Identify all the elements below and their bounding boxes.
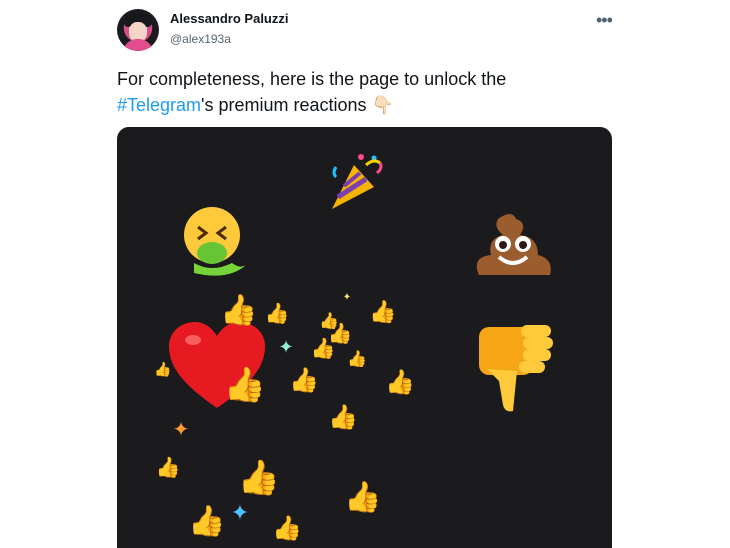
- sparkles-icon: ✦: [230, 501, 250, 526]
- thumbs-up-icon: 👍: [289, 366, 319, 394]
- more-horizontal-icon[interactable]: •••: [596, 10, 613, 31]
- sparkles-icon: ✦: [342, 292, 352, 303]
- thumbs-up-icon: 👍: [310, 336, 336, 360]
- tweet-text: For completeness, here is the page to un…: [117, 66, 587, 118]
- nauseated-face-icon: [176, 205, 254, 283]
- thumbs-up-icon: 👍: [328, 403, 358, 431]
- thumbs-up-icon: 👍: [223, 365, 267, 405]
- avatar-shirt: [123, 39, 153, 51]
- author-avatar[interactable]: [117, 9, 159, 51]
- thumbs-up-icon: 👍: [264, 301, 290, 325]
- thumbs-up-icon: 👍: [155, 455, 181, 479]
- thumbs-up-icon: 👍: [369, 300, 397, 325]
- sparkles-icon: ✦: [172, 417, 190, 441]
- thumbs-up-icon: 👍: [385, 368, 415, 396]
- thumbs-up-icon: 👍: [154, 362, 172, 378]
- point-down-emoji: 👇🏻: [371, 95, 394, 115]
- thumbs-up-icon: 👍: [220, 293, 258, 328]
- tweet-text-after: 's premium reactions: [201, 95, 367, 115]
- tweet-text-before: For completeness, here is the page to un…: [117, 69, 507, 89]
- thumbs-up-icon: 👍: [237, 458, 281, 498]
- party-popper-icon: [324, 149, 390, 215]
- thumbs-up-icon: 👍: [347, 349, 367, 368]
- author-name[interactable]: Alessandro Paluzzi: [170, 11, 288, 26]
- thumbs-down-icon: [469, 319, 561, 415]
- tweet-card[interactable]: Alessandro Paluzzi @alex193a ••• For com…: [0, 0, 730, 548]
- pile-of-poo-icon: [472, 205, 554, 283]
- sparkles-icon: ✦: [278, 337, 294, 358]
- tweet-media-image[interactable]: 👍 👍 👍 👍 👍 👍 👍 👍 👍 👍 👍 👍 👍 👍 👍 👍 👍 ✦ ✦ ✦ …: [117, 127, 612, 548]
- thumbs-up-icon: 👍: [344, 480, 382, 515]
- thumbs-up-icon: 👍: [188, 504, 226, 539]
- thumbs-up-icon: 👍: [272, 514, 302, 542]
- telegram-hashtag[interactable]: #Telegram: [117, 95, 201, 115]
- author-handle[interactable]: @alex193a: [170, 32, 231, 46]
